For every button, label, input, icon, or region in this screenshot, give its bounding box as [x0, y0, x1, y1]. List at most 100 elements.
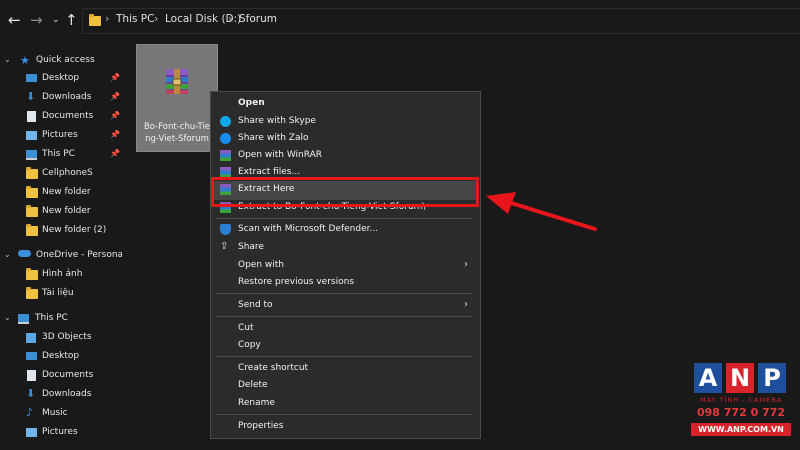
title-nav-bar: ← → ⌄ ↑ › This PC › Local Disk (D:) › Sf… [0, 0, 800, 40]
menu-separator [216, 293, 473, 294]
menu-item-send-to[interactable]: Send to › [211, 297, 480, 314]
sidebar-item-label: Documents [42, 111, 94, 121]
sidebar-item-label: Pictures [42, 427, 78, 437]
chevron-down-icon[interactable]: ⌄ [4, 250, 11, 259]
menu-item-label: Share [238, 242, 264, 252]
sidebar-item-pictures[interactable]: Pictures [0, 424, 122, 443]
sidebar-item-label: Desktop [42, 351, 80, 361]
download-icon: ⬇ [26, 90, 36, 103]
rar-file-item[interactable]: Bo-Font-chu-Tie ng-Viet-Sforum [136, 44, 218, 152]
sidebar-item-label: This PC [35, 313, 68, 323]
menu-separator [216, 316, 473, 317]
download-icon: ⬇ [26, 387, 36, 400]
navigation-pane: ⌄ ★ Quick access Desktop 📌 ⬇ Downloads 📌… [0, 40, 126, 450]
pin-icon[interactable]: 📌 [110, 111, 120, 120]
menu-item-share[interactable]: ⇪ Share [211, 239, 480, 256]
menu-item-cut[interactable]: Cut [211, 320, 480, 337]
sidebar-item-hinh-anh[interactable]: Hình ảnh [0, 266, 122, 285]
sidebar-item-new-folder[interactable]: New folder [0, 203, 122, 222]
sidebar-item-quick-access[interactable]: ⌄ ★ Quick access [0, 52, 122, 71]
folder-icon [26, 186, 38, 198]
desktop-icon [26, 74, 37, 82]
pictures-icon [26, 131, 37, 140]
breadcrumb-separator-icon: › [228, 12, 233, 25]
computer-icon [26, 150, 37, 160]
menu-item-label: Send to [238, 300, 273, 310]
chevron-right-icon: › [464, 259, 468, 270]
shield-icon [220, 224, 231, 235]
menu-item-label: Open with [238, 260, 284, 270]
pictures-icon [26, 428, 37, 437]
sidebar-item-onedrive[interactable]: ⌄ OneDrive - Personal [0, 247, 126, 266]
sidebar-item-label: Downloads [42, 92, 92, 102]
pin-icon[interactable]: 📌 [110, 149, 120, 158]
menu-item-rename[interactable]: Rename [211, 395, 480, 412]
share-icon: ⇪ [220, 241, 229, 252]
pin-icon[interactable]: 📌 [110, 73, 120, 82]
menu-item-label: Create shortcut [238, 363, 309, 373]
folder-icon [26, 224, 38, 236]
sidebar-item-label: Pictures [42, 130, 78, 140]
computer-icon [18, 314, 29, 324]
sidebar-item-downloads[interactable]: ⬇ Downloads 📌 [0, 89, 122, 108]
sidebar-item-this-pc[interactable]: ⌄ This PC [0, 310, 122, 329]
menu-separator [216, 218, 473, 219]
sidebar-item-desktop[interactable]: Desktop 📌 [0, 70, 122, 89]
menu-item-label: Scan with Microsoft Defender... [238, 224, 379, 234]
logo-tagline: MÁY TÍNH - CAMERA [699, 396, 783, 404]
sidebar-item-new-folder-2[interactable]: New folder (2) [0, 222, 122, 241]
menu-item-create-shortcut[interactable]: Create shortcut [211, 360, 480, 377]
recent-locations-chevron-icon[interactable]: ⌄ [52, 10, 60, 30]
sidebar-item-label: New folder (2) [42, 225, 107, 235]
breadcrumb-this-pc[interactable]: This PC [116, 13, 154, 25]
documents-icon [27, 111, 36, 122]
desktop-icon [26, 352, 37, 360]
breadcrumb-sforum[interactable]: Sforum [239, 13, 277, 25]
menu-item-properties[interactable]: Properties [211, 418, 480, 435]
red-arrow-annotation-icon [486, 192, 597, 231]
sidebar-item-music[interactable]: ♪ Music [0, 405, 122, 424]
folder-icon [26, 205, 38, 217]
menu-item-label: Properties [238, 421, 284, 431]
menu-item-restore-previous-versions[interactable]: Restore previous versions [211, 274, 480, 291]
sidebar-item-label: OneDrive - Personal [36, 250, 126, 260]
pin-icon[interactable]: 📌 [110, 92, 120, 101]
sidebar-item-new-folder[interactable]: New folder [0, 184, 122, 203]
sidebar-item-cellphones[interactable]: CellphoneS [0, 165, 122, 184]
sidebar-item-label: 3D Objects [42, 332, 92, 342]
logo-letter-n: N [726, 363, 754, 393]
menu-item-label: Restore previous versions [238, 277, 355, 287]
sidebar-item-documents[interactable]: Documents [0, 367, 122, 386]
up-arrow-icon[interactable]: ↑ [65, 10, 78, 30]
pin-icon[interactable]: 📌 [110, 130, 120, 139]
back-arrow-icon[interactable]: ← [8, 10, 21, 30]
sidebar-item-tai-lieu[interactable]: Tài liệu [0, 285, 122, 304]
sidebar-item-3d-objects[interactable]: 3D Objects [0, 329, 122, 348]
sidebar-item-pictures[interactable]: Pictures 📌 [0, 127, 122, 146]
chevron-down-icon[interactable]: ⌄ [4, 313, 11, 322]
sidebar-item-documents[interactable]: Documents 📌 [0, 108, 122, 127]
menu-item-delete[interactable]: Delete [211, 377, 480, 394]
breadcrumb-separator-icon: › [105, 12, 110, 25]
folder-icon [26, 268, 38, 280]
folder-icon [89, 14, 101, 26]
forward-arrow-icon[interactable]: → [30, 10, 43, 30]
sidebar-item-label: New folder [42, 187, 91, 197]
logo-letter-p: P [758, 363, 786, 393]
folder-icon [26, 287, 38, 299]
sidebar-item-this-pc-pinned[interactable]: This PC 📌 [0, 146, 122, 165]
menu-item-label: Delete [238, 380, 268, 390]
chevron-down-icon[interactable]: ⌄ [4, 55, 11, 64]
sidebar-item-label: New folder [42, 206, 91, 216]
logo-phone: 098 772 0 772 [696, 406, 786, 419]
address-bar[interactable]: › This PC › Local Disk (D:) › Sforum [82, 8, 800, 34]
menu-item-open-with[interactable]: Open with › [211, 257, 480, 274]
highlight-box [211, 177, 479, 207]
menu-separator [216, 356, 473, 357]
sidebar-item-label: Tài liệu [42, 288, 74, 298]
menu-item-scan-with-defender[interactable]: Scan with Microsoft Defender... [211, 221, 480, 238]
sidebar-item-downloads[interactable]: ⬇ Downloads [0, 386, 122, 405]
sidebar-item-desktop[interactable]: Desktop [0, 348, 122, 367]
sidebar-item-label: CellphoneS [42, 168, 93, 178]
menu-item-copy[interactable]: Copy [211, 337, 480, 354]
